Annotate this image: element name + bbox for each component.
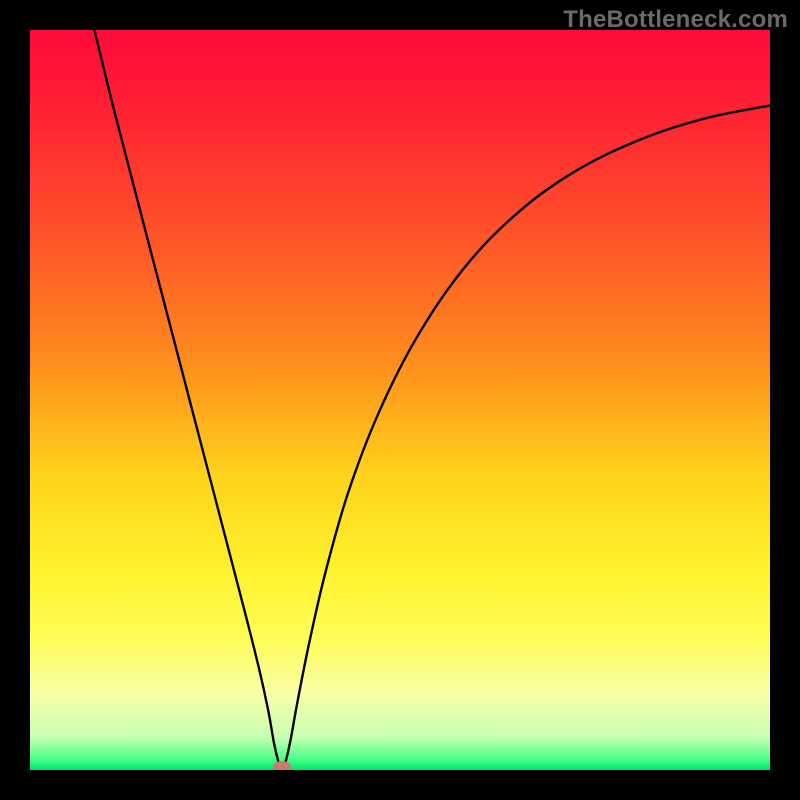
watermark-label: TheBottleneck.com: [563, 6, 788, 34]
plot-area: [30, 30, 770, 770]
minimum-marker: [273, 761, 291, 770]
chart-frame: TheBottleneck.com: [0, 0, 800, 800]
background-gradient: [30, 30, 770, 770]
